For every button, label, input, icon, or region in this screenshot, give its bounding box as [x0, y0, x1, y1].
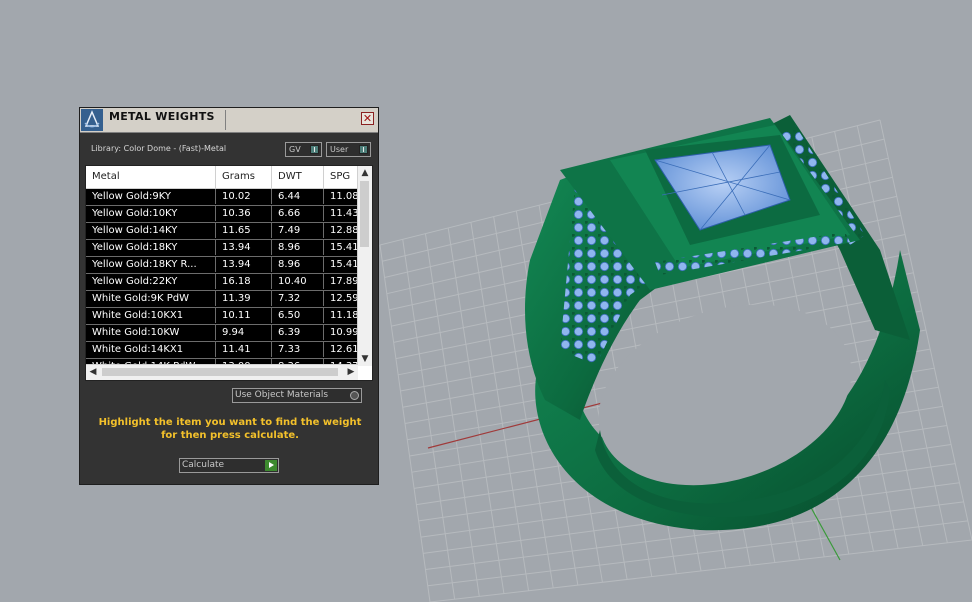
radio-icon[interactable]: [350, 391, 359, 400]
dwt-cell: 8.96: [272, 257, 324, 272]
table-row[interactable]: Yellow Gold:9KY 10.02 6.44 11.08: [86, 189, 359, 206]
column-header-grams[interactable]: Grams: [216, 166, 272, 188]
dwt-cell: 7.32: [272, 291, 324, 306]
dwt-cell: 10.40: [272, 274, 324, 289]
metal-cell: Yellow Gold:18KY R...: [86, 257, 216, 272]
spg-cell: 17.89: [330, 276, 359, 287]
spg-cell: 11.18: [330, 310, 359, 321]
table-row[interactable]: White Gold:10KW 9.94 6.39 10.99: [86, 325, 359, 342]
scroll-down-icon[interactable]: ▼: [358, 352, 372, 366]
metal-cell: White Gold:14KX1: [86, 342, 216, 357]
dwt-cell: 6.66: [272, 206, 324, 221]
grams-cell: 11.39: [216, 291, 272, 306]
user-toggle[interactable]: User: [326, 142, 371, 157]
close-icon: ✕: [362, 112, 373, 125]
table-row[interactable]: Yellow Gold:18KY R... 13.94 8.96 15.41: [86, 257, 359, 274]
column-header-metal[interactable]: Metal: [86, 166, 216, 188]
column-header-spg[interactable]: SPG: [324, 166, 360, 188]
spg-cell: 10.99: [330, 327, 359, 338]
metal-cell: Yellow Gold:22KY: [86, 274, 216, 289]
use-object-materials-option[interactable]: Use Object Materials: [232, 388, 362, 403]
panel-title: METAL WEIGHTS: [109, 110, 215, 123]
user-toggle-label: User: [330, 145, 349, 154]
dwt-cell: 7.49: [272, 223, 324, 238]
library-label: Library: Color Dome - (Fast)-Metal: [91, 144, 227, 153]
table-row[interactable]: White Gold:10KX1 10.11 6.50 11.18: [86, 308, 359, 325]
grams-cell: 10.36: [216, 206, 272, 221]
metal-cell: White Gold:10KW: [86, 325, 216, 340]
calculate-button[interactable]: Calculate: [179, 458, 279, 473]
metal-cell: Yellow Gold:9KY: [86, 189, 216, 204]
app-logo-icon: [81, 109, 103, 131]
gv-toggle[interactable]: GV: [285, 142, 322, 157]
vertical-scroll-thumb[interactable]: [360, 181, 369, 247]
dwt-cell: 6.44: [272, 189, 324, 204]
panel-titlebar[interactable]: METAL WEIGHTS ✕: [80, 108, 378, 133]
metal-weights-table: Metal Grams DWT SPG Yellow Gold:9KY 10.02…: [85, 165, 373, 381]
horizontal-scrollbar[interactable]: ◀ ▶: [86, 364, 358, 380]
play-arrow-icon: [265, 460, 277, 471]
dwt-cell: 8.96: [272, 240, 324, 255]
grams-cell: 11.65: [216, 223, 272, 238]
toggle-switch-icon: [359, 145, 368, 154]
table-header: Metal Grams DWT SPG: [86, 166, 358, 189]
metal-cell: Yellow Gold:18KY: [86, 240, 216, 255]
table-row[interactable]: Yellow Gold:10KY 10.36 6.66 11.43: [86, 206, 359, 223]
dwt-cell: 7.33: [272, 342, 324, 357]
close-button[interactable]: ✕: [361, 112, 374, 125]
dwt-cell: 6.39: [272, 325, 324, 340]
spg-cell: 15.41: [330, 242, 359, 253]
scroll-up-icon[interactable]: ▲: [358, 166, 372, 180]
title-divider: [225, 110, 226, 130]
grams-cell: 10.02: [216, 189, 272, 204]
metal-cell: White Gold:10KX1: [86, 308, 216, 323]
grams-cell: 13.94: [216, 240, 272, 255]
scroll-right-icon[interactable]: ▶: [344, 365, 358, 379]
grams-cell: 9.94: [216, 325, 272, 340]
table-row[interactable]: White Gold:14KX1 11.41 7.33 12.61: [86, 342, 359, 359]
table-body: Yellow Gold:9KY 10.02 6.44 11.08 Yellow Gol…: [86, 189, 359, 376]
table-row[interactable]: Yellow Gold:14KY 11.65 7.49 12.88: [86, 223, 359, 240]
grams-cell: 11.41: [216, 342, 272, 357]
spg-cell: 12.59: [330, 293, 359, 304]
spg-cell: 11.08: [330, 191, 359, 202]
spg-cell: 12.88: [330, 225, 359, 236]
metal-weights-panel: METAL WEIGHTS ✕ Library: Color Dome - (F…: [79, 107, 379, 485]
table-row[interactable]: White Gold:9K PdW 11.39 7.32 12.59: [86, 291, 359, 308]
use-object-materials-label: Use Object Materials: [235, 390, 329, 400]
vertical-scrollbar[interactable]: ▲ ▼: [357, 166, 372, 366]
grams-cell: 10.11: [216, 308, 272, 323]
grams-cell: 13.94: [216, 257, 272, 272]
toggle-switch-icon: [310, 145, 319, 154]
metal-cell: White Gold:9K PdW: [86, 291, 216, 306]
scroll-left-icon[interactable]: ◀: [86, 365, 100, 379]
instruction-text: Highlight the item you want to find the …: [98, 417, 362, 441]
metal-cell: Yellow Gold:10KY: [86, 206, 216, 221]
grams-cell: 16.18: [216, 274, 272, 289]
table-row[interactable]: Yellow Gold:22KY 16.18 10.40 17.89: [86, 274, 359, 291]
table-row[interactable]: Yellow Gold:18KY 13.94 8.96 15.41: [86, 240, 359, 257]
gv-toggle-label: GV: [289, 145, 301, 154]
dwt-cell: 6.50: [272, 308, 324, 323]
column-header-dwt[interactable]: DWT: [272, 166, 324, 188]
metal-cell: Yellow Gold:14KY: [86, 223, 216, 238]
spg-cell: 11.43: [330, 208, 359, 219]
spg-cell: 12.61: [330, 344, 359, 355]
spg-cell: 15.41: [330, 259, 359, 270]
calculate-label: Calculate: [182, 460, 225, 470]
horizontal-scroll-thumb[interactable]: [102, 368, 338, 376]
